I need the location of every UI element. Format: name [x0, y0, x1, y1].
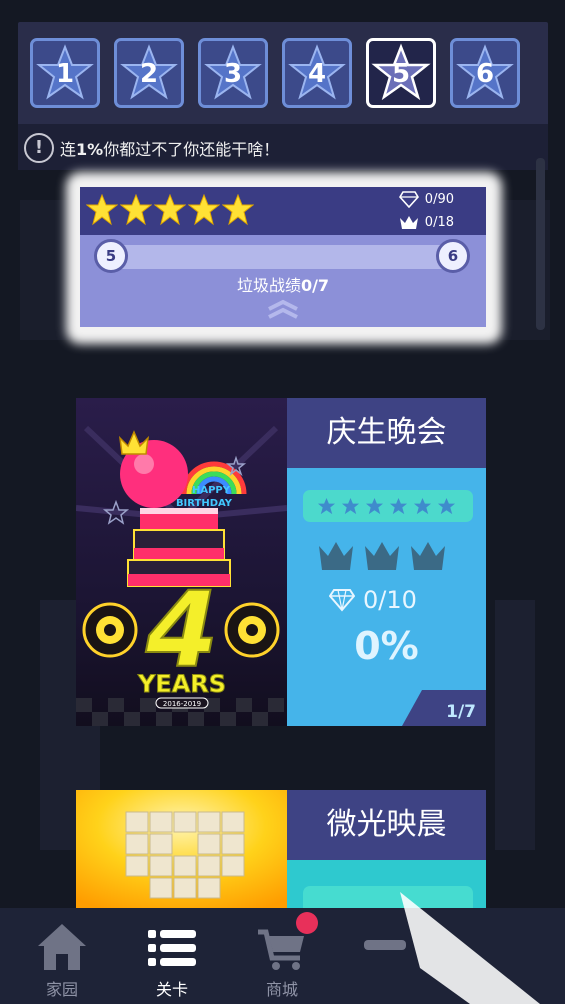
- world-tab-label: 6: [475, 59, 495, 89]
- exclamation-icon: !: [24, 133, 54, 163]
- more-icon[interactable]: [360, 918, 410, 968]
- star-icon: [120, 194, 152, 226]
- nav-home[interactable]: 家园: [12, 908, 112, 1004]
- level-artwork: [76, 790, 287, 908]
- world-tab-4[interactable]: 4: [282, 38, 352, 108]
- progress-label: 垃圾战绩0/7: [236, 276, 330, 295]
- birthday-cake-artwork: HAPPY BIRTHDAY 4 YEARS 2016-2019: [76, 398, 287, 726]
- star-rating: [86, 194, 254, 226]
- world-tab-2[interactable]: 2: [114, 38, 184, 108]
- level-card[interactable]: 微光映晨: [76, 790, 486, 908]
- level-title-bar: 庆生晚会: [287, 398, 486, 468]
- crown-icon: [399, 216, 418, 229]
- level-star-rating: [303, 490, 473, 522]
- world-progress-track: 5 6: [94, 239, 470, 273]
- scrollbar[interactable]: [536, 158, 545, 330]
- star-icon: [222, 194, 254, 226]
- level-title-bar: 微光映晨: [287, 790, 486, 860]
- level-title: 微光映晨: [326, 807, 447, 842]
- level-index: 1/7: [446, 702, 476, 722]
- art-banner-text: HAPPY: [192, 485, 231, 496]
- star-icon: [389, 497, 408, 515]
- speaker-left: [82, 602, 138, 658]
- nav-levels[interactable]: 关卡: [122, 908, 222, 1004]
- star-icon: [437, 497, 456, 515]
- crown-slots: [317, 538, 447, 574]
- star-icon: [188, 194, 220, 226]
- crown-icon: [411, 542, 445, 570]
- art-caption: YEARS: [137, 670, 226, 698]
- nav-label: 商城: [265, 980, 298, 999]
- level-star-rating: [303, 886, 473, 908]
- world-progress-card[interactable]: 0/90 0/18 5 6 垃圾战绩0/7: [80, 187, 486, 327]
- crown-counter: 0/18: [399, 214, 454, 231]
- list-icon: [148, 930, 196, 966]
- world-tab-1[interactable]: 1: [30, 38, 100, 108]
- star-icon: [341, 497, 360, 515]
- level-completion-percent: 0%: [354, 624, 419, 668]
- world-tab-3[interactable]: 3: [198, 38, 268, 108]
- world-tab-label: 2: [139, 59, 159, 89]
- nav-shop[interactable]: 商城: [232, 908, 332, 1004]
- world-selector-panel: 1 2 3 4 5 6 ! 连1%你都过不了你还能干啥！: [18, 22, 548, 170]
- diamond-icon: [398, 191, 419, 208]
- tip-bar: ! 连1%你都过不了你还能干啥！: [18, 124, 548, 170]
- level-stats: 0/10 0% 1/7: [287, 468, 486, 726]
- svg-text:BIRTHDAY: BIRTHDAY: [176, 498, 233, 509]
- speaker-right: [224, 602, 280, 658]
- star-icon: [365, 497, 384, 515]
- art-years: 2016-2019: [163, 700, 201, 708]
- world-tab-label: 4: [307, 59, 327, 89]
- world-tab-6[interactable]: 6: [450, 38, 520, 108]
- world-tab-label: 1: [55, 59, 75, 89]
- level-gem-counter: 0/10: [329, 586, 417, 614]
- star-icon: [413, 497, 432, 515]
- star-icon: [154, 194, 186, 226]
- progress-header: 0/90 0/18: [80, 187, 486, 235]
- home-icon: [38, 924, 86, 970]
- chevron-up-icon[interactable]: [265, 299, 301, 319]
- star-icon: [317, 497, 336, 515]
- progress-start-node: 5: [94, 239, 128, 273]
- bottom-navigation: 家园 关卡 商城: [0, 908, 565, 1004]
- world-tab-label: 3: [223, 59, 243, 89]
- progress-end-node: 6: [436, 239, 470, 273]
- world-tab-5[interactable]: 5: [366, 38, 436, 108]
- world-tabs: 1 2 3 4 5 6: [30, 38, 536, 112]
- level-title: 庆生晚会: [326, 415, 447, 450]
- star-icon: [86, 194, 118, 226]
- tip-text: 连1%你都过不了你还能干啥！: [60, 140, 280, 159]
- level-stats: [287, 860, 486, 908]
- crown-icon: [319, 542, 353, 570]
- level-artwork: HAPPY BIRTHDAY 4 YEARS 2016-2019: [76, 398, 287, 726]
- level-card[interactable]: HAPPY BIRTHDAY 4 YEARS 2016-2019 庆生晚会 0/…: [76, 398, 486, 726]
- level-info-panel: 庆生晚会 0/10 0% 1/7: [287, 398, 486, 726]
- crown-icon: [365, 542, 399, 570]
- world-tab-label: 5: [391, 59, 411, 89]
- gem-counter: 0/90: [398, 191, 454, 208]
- diamond-icon: [329, 589, 355, 612]
- nav-label: 关卡: [155, 980, 188, 999]
- notification-badge: [296, 912, 318, 934]
- nav-label: 家园: [45, 980, 78, 999]
- level-info-panel: 微光映晨: [287, 790, 486, 908]
- dawn-level-artwork: [76, 790, 287, 908]
